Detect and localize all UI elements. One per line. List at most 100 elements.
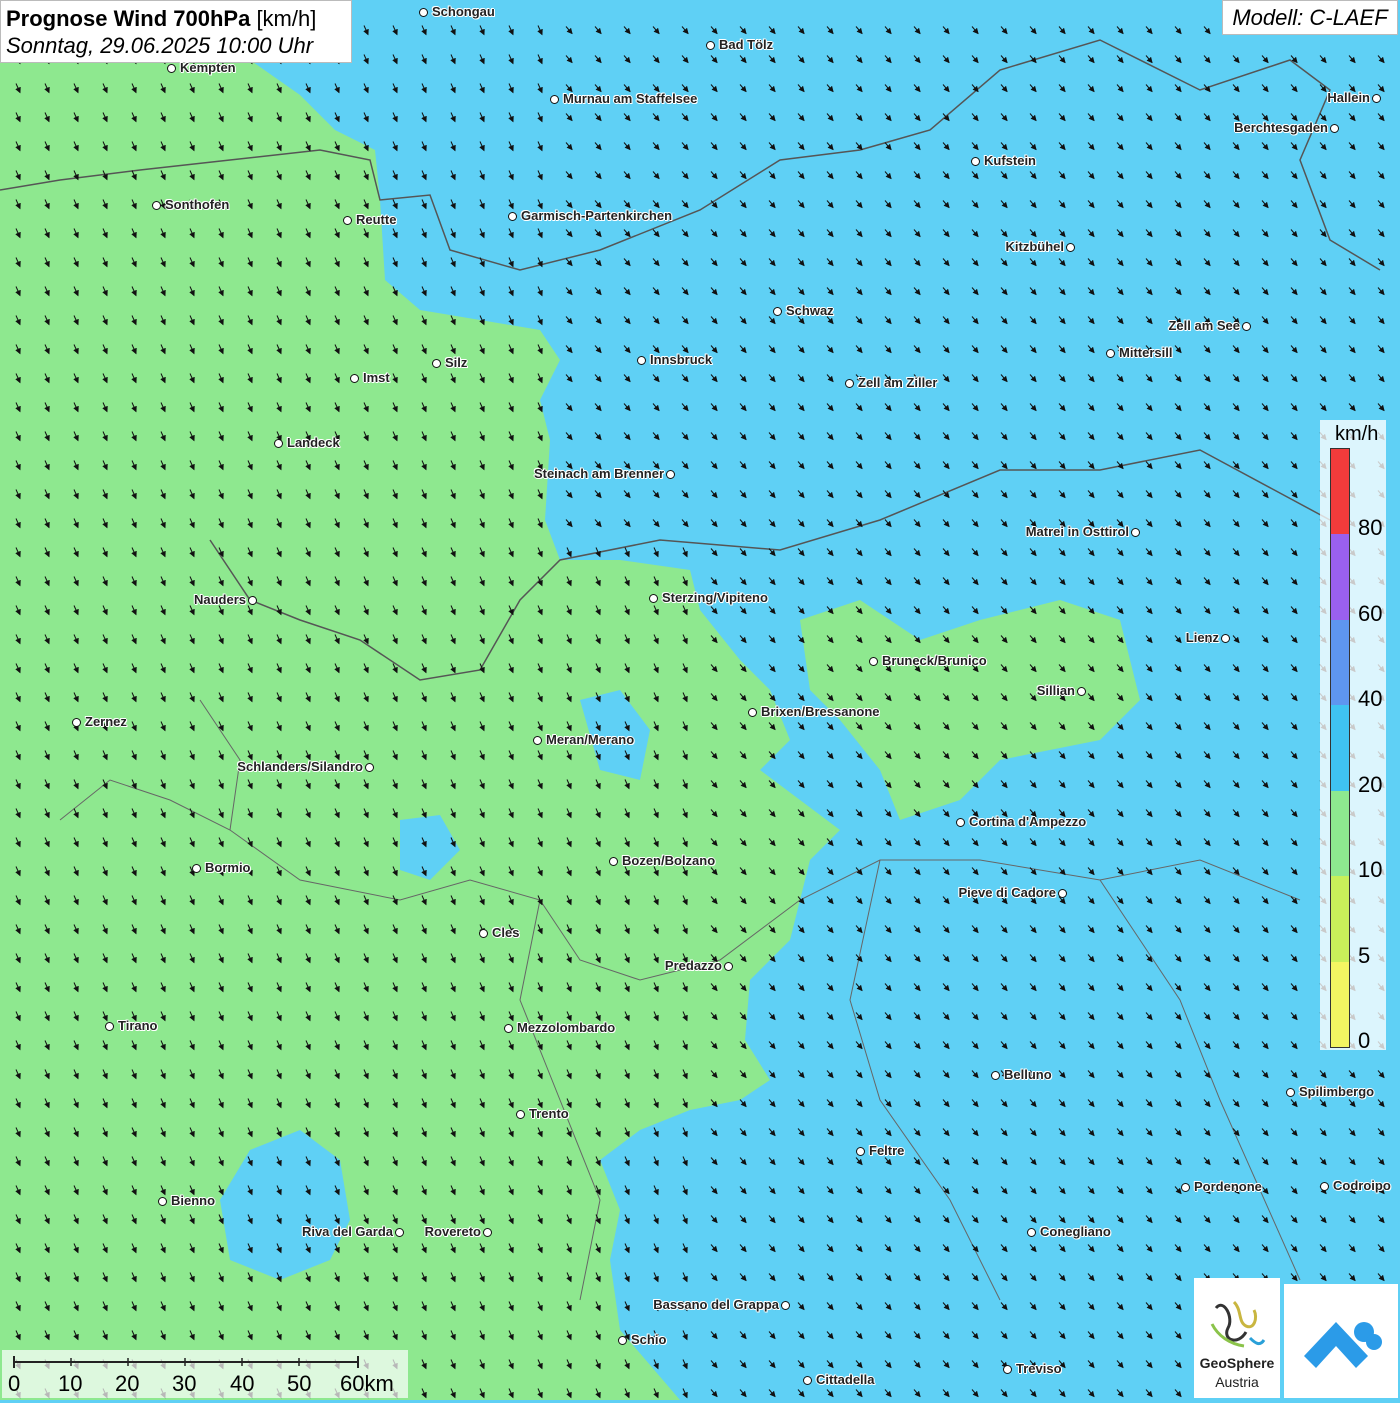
scale-label: 50 xyxy=(287,1371,312,1396)
city-label: Steinach am Brenner xyxy=(533,466,664,481)
geosphere-logo: GeoSphere Austria xyxy=(1194,1278,1280,1398)
city-label: Predazzo xyxy=(664,958,722,973)
city-marker xyxy=(1027,1228,1036,1237)
city-marker xyxy=(1286,1088,1295,1097)
logo-line2: Austria xyxy=(1215,1374,1259,1390)
city-label: Bormio xyxy=(205,860,251,875)
city-marker xyxy=(649,594,658,603)
city-label: Trento xyxy=(529,1106,569,1121)
map-title-unit: [km/h] xyxy=(256,6,317,31)
legend-tick: 10 xyxy=(1358,857,1383,883)
city-marker xyxy=(1066,243,1075,252)
city-label: Imst xyxy=(363,370,390,385)
legend-color-bar xyxy=(1330,448,1350,1048)
city-label: Brixen/Bressanone xyxy=(761,704,880,719)
city-label: Cortina d'Ampezzo xyxy=(969,814,1087,829)
legend-segment-0-5 xyxy=(1331,961,1349,1047)
city-marker xyxy=(167,64,176,73)
city-label: Hallein xyxy=(1327,90,1370,105)
city-label: Sterzing/Vipiteno xyxy=(662,590,768,605)
city-marker xyxy=(618,1336,627,1345)
city-marker xyxy=(773,307,782,316)
city-label: Schongau xyxy=(432,4,495,19)
city-marker xyxy=(803,1376,812,1385)
city-label: Belluno xyxy=(1004,1067,1052,1082)
city-label: Pordenone xyxy=(1194,1179,1262,1194)
city-label: Conegliano xyxy=(1040,1224,1111,1239)
city-label: Meran/Merano xyxy=(546,732,635,747)
city-label: Schwaz xyxy=(786,303,834,318)
cloud-logo xyxy=(1284,1284,1398,1398)
legend-tick: 20 xyxy=(1358,771,1383,797)
map-title-main: Prognose Wind 700hPa xyxy=(6,6,251,31)
map-title: Prognose Wind 700hPa [km/h] xyxy=(6,5,346,32)
city-label: Bad Tölz xyxy=(719,37,774,52)
city-marker xyxy=(781,1301,790,1310)
city-label: Schio xyxy=(631,1332,667,1347)
city-label: Kufstein xyxy=(984,153,1036,168)
city-marker xyxy=(1077,687,1086,696)
city-label: Zernez xyxy=(85,714,127,729)
city-marker xyxy=(971,157,980,166)
legend-tick: 80 xyxy=(1358,515,1383,541)
model-label: Modell: C-LAEF xyxy=(1222,0,1398,35)
city-marker xyxy=(504,1024,513,1033)
legend-tick: 40 xyxy=(1358,686,1383,712)
city-marker xyxy=(343,216,352,225)
city-marker xyxy=(1372,94,1381,103)
forecast-date: Sonntag, 29.06.2025 10:00 Uhr xyxy=(6,33,314,58)
city-label: Bienno xyxy=(171,1193,216,1208)
city-label: Cittadella xyxy=(816,1372,875,1387)
title-box: Prognose Wind 700hPa [km/h] Sonntag, 29.… xyxy=(0,0,352,63)
city-marker xyxy=(1242,322,1251,331)
city-marker xyxy=(856,1147,865,1156)
city-label: Schlanders/Silandro xyxy=(237,759,363,774)
city-marker xyxy=(724,962,733,971)
city-marker xyxy=(533,736,542,745)
city-label: Cles xyxy=(492,925,520,940)
cloud-icon xyxy=(1304,1322,1382,1368)
city-marker xyxy=(666,470,675,479)
scale-label: 0 xyxy=(8,1371,21,1396)
city-marker xyxy=(72,718,81,727)
city-label: Matrei in Osttirol xyxy=(1025,524,1129,539)
legend-segment-5-10 xyxy=(1331,876,1349,962)
city-marker xyxy=(1320,1182,1329,1191)
city-label: Treviso xyxy=(1016,1361,1062,1376)
city-marker xyxy=(637,356,646,365)
city-marker xyxy=(152,201,161,210)
city-marker xyxy=(1181,1183,1190,1192)
city-label: Spilimbergo xyxy=(1299,1084,1375,1099)
city-label: Bruneck/Brunico xyxy=(882,653,987,668)
city-marker xyxy=(609,857,618,866)
city-label: Zell am See xyxy=(1168,318,1240,333)
city-label: Pieve di Cadore xyxy=(958,885,1056,900)
city-label: Mezzolombardo xyxy=(517,1020,616,1035)
city-marker xyxy=(1003,1365,1012,1374)
city-marker xyxy=(508,212,517,221)
city-label: Codroipo xyxy=(1333,1178,1391,1193)
city-label: Murnau am Staffelsee xyxy=(563,91,698,106)
city-label: Rovereto xyxy=(424,1224,481,1239)
city-marker xyxy=(365,763,374,772)
city-label: Silz xyxy=(445,355,468,370)
city-label: Zell am Ziller xyxy=(858,375,938,390)
city-label: Berchtesgaden xyxy=(1234,120,1328,135)
city-label: Riva del Garda xyxy=(301,1224,393,1239)
city-label: Landeck xyxy=(287,435,340,450)
city-label: Reutte xyxy=(356,212,397,227)
legend-tick: 0 xyxy=(1358,1028,1371,1053)
city-marker xyxy=(845,379,854,388)
city-marker xyxy=(105,1022,114,1031)
city-label: Garmisch-Partenkirchen xyxy=(521,208,673,223)
city-label: Bozen/Bolzano xyxy=(622,853,716,868)
scale-label: 20 xyxy=(115,1371,140,1396)
city-label: Kitzbühel xyxy=(1005,239,1065,254)
city-marker xyxy=(1330,124,1339,133)
city-marker xyxy=(991,1071,1000,1080)
scale-label: 30 xyxy=(172,1371,197,1396)
city-marker xyxy=(1106,349,1115,358)
city-marker xyxy=(956,818,965,827)
city-marker xyxy=(274,439,283,448)
city-label: Sillian xyxy=(1036,683,1075,698)
